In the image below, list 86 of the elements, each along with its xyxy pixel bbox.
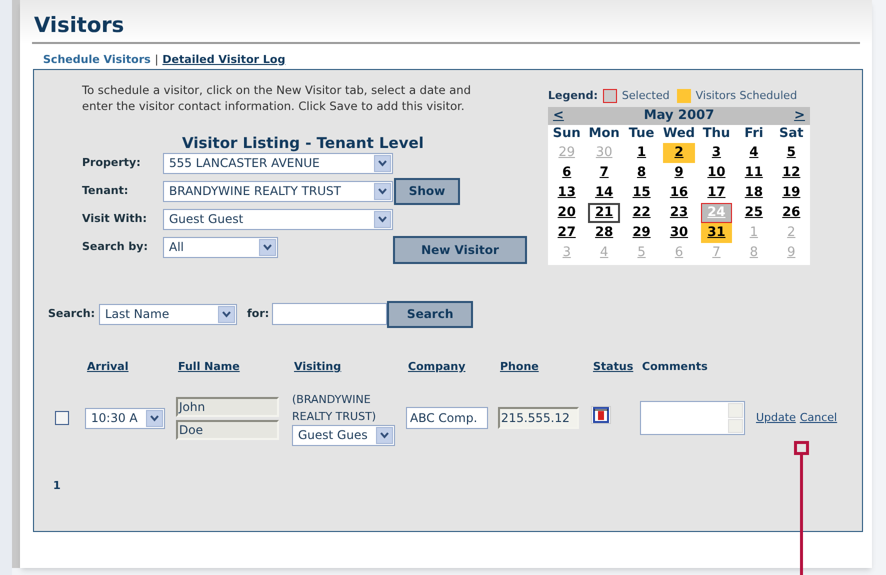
calendar-day[interactable]: 9 (663, 163, 695, 183)
calendar-day[interactable]: 13 (551, 183, 582, 203)
column-header[interactable]: Full Name (178, 360, 240, 373)
action-link[interactable]: Update (756, 410, 796, 426)
legend-swatch (602, 89, 617, 103)
calendar-day[interactable]: 20 (551, 203, 582, 223)
calendar-day[interactable]: 19 (776, 183, 807, 203)
column-header[interactable]: Status (593, 360, 634, 373)
search-field-dropdown[interactable]: Last Name (98, 304, 237, 324)
first-name-field[interactable]: John (176, 396, 279, 416)
calendar-status-icon[interactable] (591, 406, 611, 424)
weekday-label: Sat (778, 125, 804, 143)
calendar-day[interactable]: 14 (588, 183, 620, 203)
month-label: May 2007 (644, 107, 714, 126)
legend-text: Visitors Scheduled (696, 88, 798, 104)
calendar-day[interactable]: 28 (588, 223, 620, 243)
field-label: Tenant: (82, 182, 130, 199)
column-header[interactable]: Arrival (87, 360, 128, 373)
calendar-day[interactable]: 23 (663, 203, 695, 223)
calendar-day[interactable]: 30 (663, 223, 695, 243)
weekday-label: Thu (702, 125, 732, 143)
instructions-text: To schedule a visitor, click on the New Visitor tab, select a date and enter the visitor contact information. Click Save to add this visitor. (82, 82, 472, 114)
dropdown[interactable]: All (163, 236, 278, 258)
search-button[interactable]: Search (387, 300, 474, 328)
calendar-day[interactable]: 11 (738, 163, 770, 183)
last-name-field[interactable]: Doe (176, 420, 279, 440)
visiting-dropdown[interactable]: Guest Gues (292, 424, 395, 446)
listing-title: Visitor Listing - Tenant Level (182, 135, 425, 151)
dropdown[interactable]: BRANDYWINE REALTY TRUST (163, 180, 393, 202)
legend-text: Selected (622, 88, 670, 104)
previous-month-link[interactable]: < (553, 106, 564, 126)
calendar-day[interactable]: 6 (551, 163, 582, 183)
weekday-label: Tue (628, 125, 656, 143)
column-header[interactable]: Visiting (294, 360, 342, 373)
calendar-day[interactable]: 25 (738, 203, 770, 223)
calendar-day[interactable]: 21 (588, 203, 620, 223)
calendar-day[interactable]: 10 (700, 163, 732, 183)
dropdown[interactable]: 555 LANCASTER AVENUE (163, 152, 393, 174)
tab[interactable]: Detailed Visitor Log (162, 52, 286, 68)
field-label: Search by: (82, 238, 149, 255)
action-link[interactable]: Cancel (800, 410, 838, 426)
weekday-label: Mon (588, 125, 621, 143)
company-field[interactable]: ABC Comp. (406, 407, 488, 429)
row-checkbox[interactable] (55, 411, 69, 425)
for-label: for: (246, 306, 270, 322)
calendar-day[interactable]: 8 (626, 163, 658, 183)
calendar-day[interactable]: 3 (700, 143, 732, 163)
search-input[interactable] (272, 303, 388, 325)
column-header: Comments (642, 360, 708, 373)
field-label: Visit With: (82, 210, 148, 227)
legend-swatch (676, 89, 691, 103)
weekday-label: Wed (662, 125, 696, 143)
calendar-day[interactable]: 7 (588, 163, 620, 183)
arrival-dropdown[interactable]: 10:30 A (85, 408, 165, 428)
tab-separator: | (154, 52, 158, 68)
weekday-label: Fri (743, 125, 764, 143)
phone-field[interactable]: 215.555.12 (498, 407, 579, 429)
tab[interactable]: Schedule Visitors (43, 52, 151, 68)
show-button[interactable]: Show (394, 178, 460, 204)
calendar-day[interactable]: 22 (626, 203, 658, 223)
next-month-link[interactable]: > (794, 106, 805, 126)
calendar-day[interactable]: 31 (700, 223, 732, 243)
calendar-day[interactable]: 29 (626, 223, 658, 243)
weekday-label: Sun (552, 125, 582, 143)
calendar-day[interactable]: 18 (738, 183, 770, 203)
calendar-day[interactable]: 15 (626, 183, 658, 203)
calendar-day[interactable]: 2 (663, 143, 695, 163)
dropdown[interactable]: Guest Guest (163, 208, 393, 230)
column-header[interactable]: Company (408, 360, 466, 373)
calendar-day[interactable]: 26 (776, 203, 807, 223)
calendar-day[interactable]: 1 (626, 143, 658, 163)
page-number: 1 (53, 478, 61, 494)
field-label: Property: (82, 154, 142, 171)
tenant-name: (BRANDYWINE REALTY TRUST) (292, 392, 378, 424)
page-title: Visitors (33, 12, 126, 38)
calendar-day[interactable]: 16 (663, 183, 695, 203)
search-label: Search: (48, 306, 95, 322)
calendar-day[interactable]: 27 (551, 223, 582, 243)
calendar-day[interactable]: 17 (700, 183, 732, 203)
comments-field[interactable] (640, 401, 745, 435)
legend-label: Legend: (548, 88, 598, 104)
calendar-day[interactable]: 5 (776, 143, 807, 163)
column-header[interactable]: Phone (500, 360, 539, 373)
calendar-day[interactable]: 4 (738, 143, 770, 163)
new-visitor-button[interactable]: New Visitor (393, 236, 527, 264)
calendar-day[interactable]: 12 (776, 163, 807, 183)
